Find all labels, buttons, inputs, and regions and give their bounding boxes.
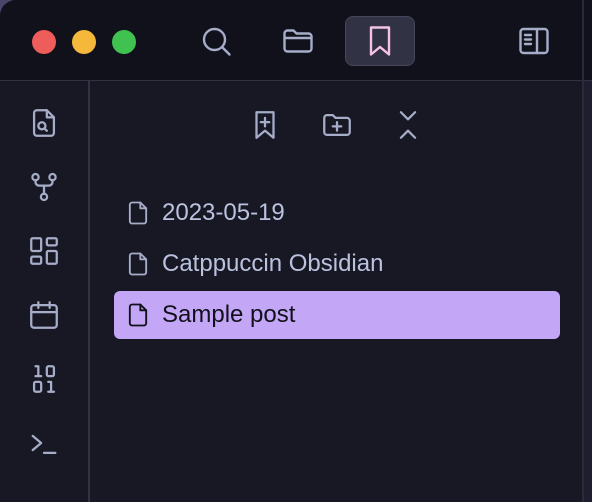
file-icon — [128, 252, 148, 276]
file-icon — [128, 303, 148, 327]
bookmarks-tab-button[interactable] — [345, 16, 415, 66]
app-window: 2023-05-19 Catppuccin Obsidian Sample po… — [0, 0, 592, 502]
bookmark-item-sample-post[interactable]: Sample post — [114, 291, 560, 339]
right-pane-divider[interactable] — [582, 0, 584, 502]
bookmark-label: Catppuccin Obsidian — [162, 250, 384, 277]
minimize-window-button[interactable] — [72, 30, 96, 54]
ribbon-quick-switcher-button[interactable] — [24, 103, 64, 143]
ribbon-graph-view-button[interactable] — [24, 167, 64, 207]
git-fork-icon — [31, 172, 57, 202]
search-icon — [202, 27, 231, 56]
folder-icon — [283, 29, 313, 53]
add-bookmark-button[interactable] — [245, 105, 285, 145]
ribbon-daily-note-button[interactable] — [24, 295, 64, 335]
new-bookmark-group-button[interactable] — [317, 105, 357, 145]
zoom-window-button[interactable] — [112, 30, 136, 54]
collapse-all-icon — [399, 111, 417, 139]
sidebar-toggle-icon — [519, 27, 549, 55]
layout-dashboard-icon — [30, 237, 58, 265]
bookmark-label: Sample post — [162, 301, 296, 328]
calendar-icon — [30, 301, 58, 329]
bookmarks-panel: 2023-05-19 Catppuccin Obsidian Sample po… — [90, 81, 582, 502]
binary-icon — [32, 365, 56, 393]
search-tab-button[interactable] — [181, 16, 251, 66]
terminal-icon — [31, 434, 57, 455]
file-icon — [128, 201, 148, 225]
bookmark-item-catppuccin-obsidian[interactable]: Catppuccin Obsidian — [114, 240, 560, 288]
bookmark-plus-icon — [255, 111, 275, 139]
left-ribbon — [0, 81, 90, 502]
right-sidebar-toggle-button[interactable] — [499, 16, 569, 66]
close-window-button[interactable] — [32, 30, 56, 54]
ribbon-binary-button[interactable] — [24, 359, 64, 399]
folder-plus-icon — [323, 113, 351, 137]
bookmark-label: 2023-05-19 — [162, 199, 285, 226]
ribbon-terminal-button[interactable] — [24, 423, 64, 463]
collapse-all-button[interactable] — [388, 105, 428, 145]
files-tab-button[interactable] — [263, 16, 333, 66]
file-search-icon — [32, 109, 56, 137]
bookmark-item-2023-05-19[interactable]: 2023-05-19 — [114, 189, 560, 237]
ribbon-canvas-button[interactable] — [24, 231, 64, 271]
bookmark-icon — [369, 26, 391, 56]
title-bar — [0, 0, 592, 81]
